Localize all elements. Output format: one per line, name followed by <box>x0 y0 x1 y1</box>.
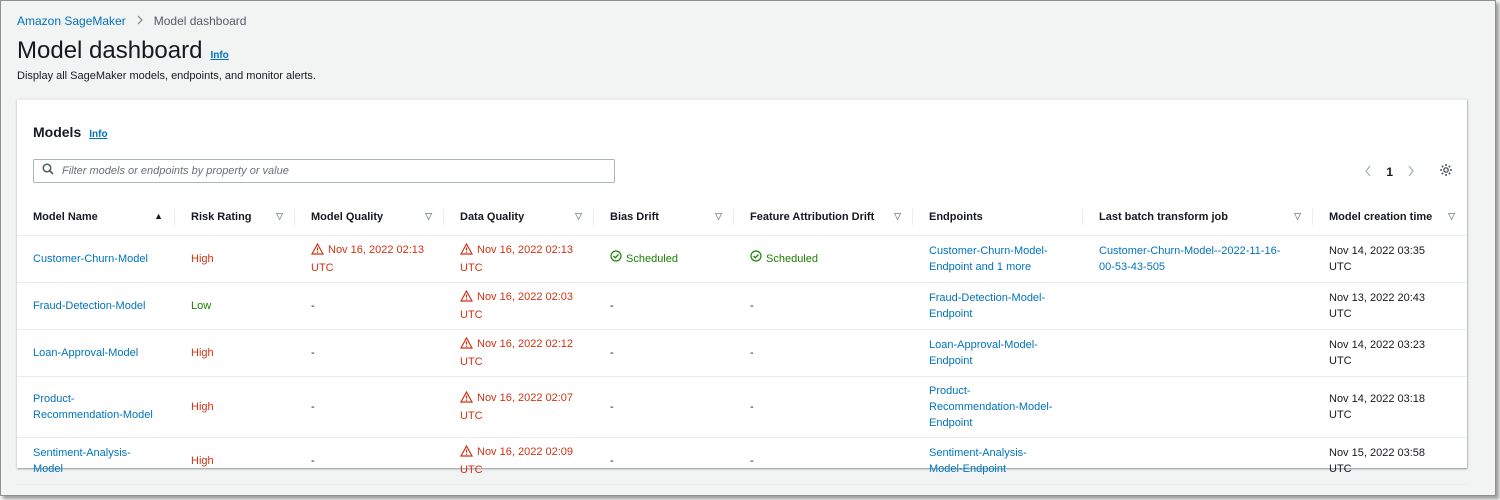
bias-drift-empty: - <box>594 376 734 438</box>
previous-page-icon[interactable] <box>1364 164 1372 180</box>
table-row: Loan-Approval-Model High - Nov 16, 2022 … <box>17 329 1467 377</box>
table-row: Product- Recommendation-Model High - Nov … <box>17 376 1467 438</box>
data-quality-alert: Nov 16, 2022 02:12 UTC <box>444 329 594 377</box>
endpoint-link[interactable]: Sentiment-Analysis- Model-Endpoint <box>929 447 1027 475</box>
warning-icon <box>459 242 474 260</box>
check-circle-icon <box>610 250 622 267</box>
model-quality-alert: Nov 16, 2022 02:13 UTC <box>295 235 444 283</box>
filter-input[interactable] <box>62 165 582 177</box>
risk-rating: High <box>175 235 295 283</box>
bias-drift-empty: - <box>594 282 734 330</box>
batch-transform-job-empty <box>1083 329 1313 377</box>
column-header-endpoints: Endpoints <box>913 199 1083 236</box>
data-quality-alert: Nov 16, 2022 02:09 UTC <box>444 437 594 485</box>
column-header-model-creation-time[interactable]: Model creation time ▽ <box>1313 199 1467 236</box>
warning-icon <box>459 336 474 354</box>
models-table: Model Name ▲ Risk Rating ▽ Model Quality ▽ … <box>17 199 1467 485</box>
creation-time: Nov 15, 2022 03:58 UTC <box>1313 437 1467 485</box>
column-header-last-batch-transform-job[interactable]: Last batch transform job ▽ <box>1083 199 1313 236</box>
pagination: 1 <box>1364 163 1453 180</box>
warning-icon <box>459 444 474 462</box>
sort-icon: ▽ <box>894 211 901 221</box>
column-header-bias-drift[interactable]: Bias Drift ▽ <box>594 199 734 236</box>
page-header: Model dashboard Info <box>17 37 229 65</box>
column-header-feature-attribution-drift[interactable]: Feature Attribution Drift ▽ <box>734 199 913 236</box>
table-row: Fraud-Detection-Model Low - Nov 16, 2022… <box>17 282 1467 330</box>
sort-icon: ▽ <box>276 211 283 221</box>
breadcrumb-sagemaker-link[interactable]: Amazon SageMaker <box>17 14 126 28</box>
data-quality-alert: Nov 16, 2022 02:13 UTC <box>444 235 594 283</box>
feature-drift-status: Scheduled <box>734 235 913 283</box>
model-name-link[interactable]: Fraud-Detection-Model <box>33 300 146 312</box>
sort-icon: ▽ <box>715 211 722 221</box>
sort-ascending-icon: ▲ <box>154 211 163 221</box>
chevron-right-icon <box>136 13 144 28</box>
model-name-link[interactable]: Loan-Approval-Model <box>33 347 138 359</box>
endpoint-link[interactable]: Customer-Churn-Model- Endpoint and 1 more <box>929 245 1048 273</box>
page-number[interactable]: 1 <box>1386 165 1393 179</box>
models-info-link[interactable]: Info <box>89 129 107 140</box>
batch-transform-job-empty <box>1083 282 1313 330</box>
column-header-model-quality[interactable]: Model Quality ▽ <box>295 199 444 236</box>
sort-icon: ▽ <box>1448 211 1455 221</box>
batch-transform-job-empty <box>1083 376 1313 438</box>
table-row: Customer-Churn-Model High Nov 16, 2022 0… <box>17 235 1467 283</box>
creation-time: Nov 14, 2022 03:18 UTC <box>1313 376 1467 438</box>
bias-drift-status: Scheduled <box>594 235 734 283</box>
warning-icon <box>459 289 474 307</box>
gear-icon[interactable] <box>1439 163 1453 180</box>
creation-time: Nov 14, 2022 03:23 UTC <box>1313 329 1467 377</box>
data-quality-alert: Nov 16, 2022 02:07 UTC <box>444 376 594 438</box>
bias-drift-empty: - <box>594 329 734 377</box>
creation-time: Nov 13, 2022 20:43 UTC <box>1313 282 1467 330</box>
models-title: Models <box>33 124 82 140</box>
model-name-link[interactable]: Customer-Churn-Model <box>33 253 148 265</box>
feature-drift-empty: - <box>734 282 913 330</box>
breadcrumb: Amazon SageMaker Model dashboard <box>17 13 246 28</box>
batch-transform-job-link[interactable]: Customer-Churn-Model--2022-11-16- 00-53-4… <box>1099 245 1280 273</box>
feature-drift-empty: - <box>734 437 913 485</box>
breadcrumb-current: Model dashboard <box>153 13 247 28</box>
endpoint-link[interactable]: Fraud-Detection-Model- Endpoint <box>929 292 1045 320</box>
column-header-model-name[interactable]: Model Name ▲ <box>17 199 175 236</box>
creation-time: Nov 14, 2022 03:35 UTC <box>1313 235 1467 283</box>
risk-rating: High <box>175 376 295 438</box>
endpoint-link[interactable]: Product- Recommendation-Model- Endpoint <box>929 385 1053 429</box>
check-circle-icon <box>750 250 762 267</box>
model-quality-empty: - <box>295 282 444 330</box>
model-quality-empty: - <box>295 376 444 438</box>
sort-icon: ▽ <box>425 211 432 221</box>
models-header: Models Info <box>33 124 108 140</box>
model-quality-empty: - <box>295 437 444 485</box>
model-name-link[interactable]: Product- Recommendation-Model <box>33 393 153 421</box>
search-icon <box>42 162 54 180</box>
feature-drift-empty: - <box>734 376 913 438</box>
batch-transform-job-empty <box>1083 437 1313 485</box>
warning-icon <box>310 242 325 260</box>
page-info-link[interactable]: Info <box>210 50 228 61</box>
page-description: Display all SageMaker models, endpoints,… <box>17 70 316 82</box>
risk-rating: High <box>175 329 295 377</box>
data-quality-alert: Nov 16, 2022 02:03 UTC <box>444 282 594 330</box>
feature-drift-empty: - <box>734 329 913 377</box>
model-quality-empty: - <box>295 329 444 377</box>
sort-icon: ▽ <box>575 211 582 221</box>
column-header-risk-rating[interactable]: Risk Rating ▽ <box>175 199 295 236</box>
warning-icon <box>459 390 474 408</box>
model-name-link[interactable]: Sentiment-Analysis- Model <box>33 447 131 475</box>
table-row: Sentiment-Analysis- Model High - Nov 16, … <box>17 437 1467 485</box>
endpoint-link[interactable]: Loan-Approval-Model- Endpoint <box>929 339 1038 367</box>
table-header-row: Model Name ▲ Risk Rating ▽ Model Quality ▽ … <box>17 199 1467 236</box>
filter-field[interactable] <box>33 159 615 183</box>
next-page-icon[interactable] <box>1407 164 1415 180</box>
sort-icon: ▽ <box>1294 211 1301 221</box>
bias-drift-empty: - <box>594 437 734 485</box>
column-header-data-quality[interactable]: Data Quality ▽ <box>444 199 594 236</box>
risk-rating: High <box>175 437 295 485</box>
app-window: Amazon SageMaker Model dashboard Model d… <box>0 0 1496 496</box>
page-title: Model dashboard <box>17 37 203 64</box>
models-container: Models Info 1 <box>17 99 1467 485</box>
risk-rating: Low <box>175 282 295 330</box>
